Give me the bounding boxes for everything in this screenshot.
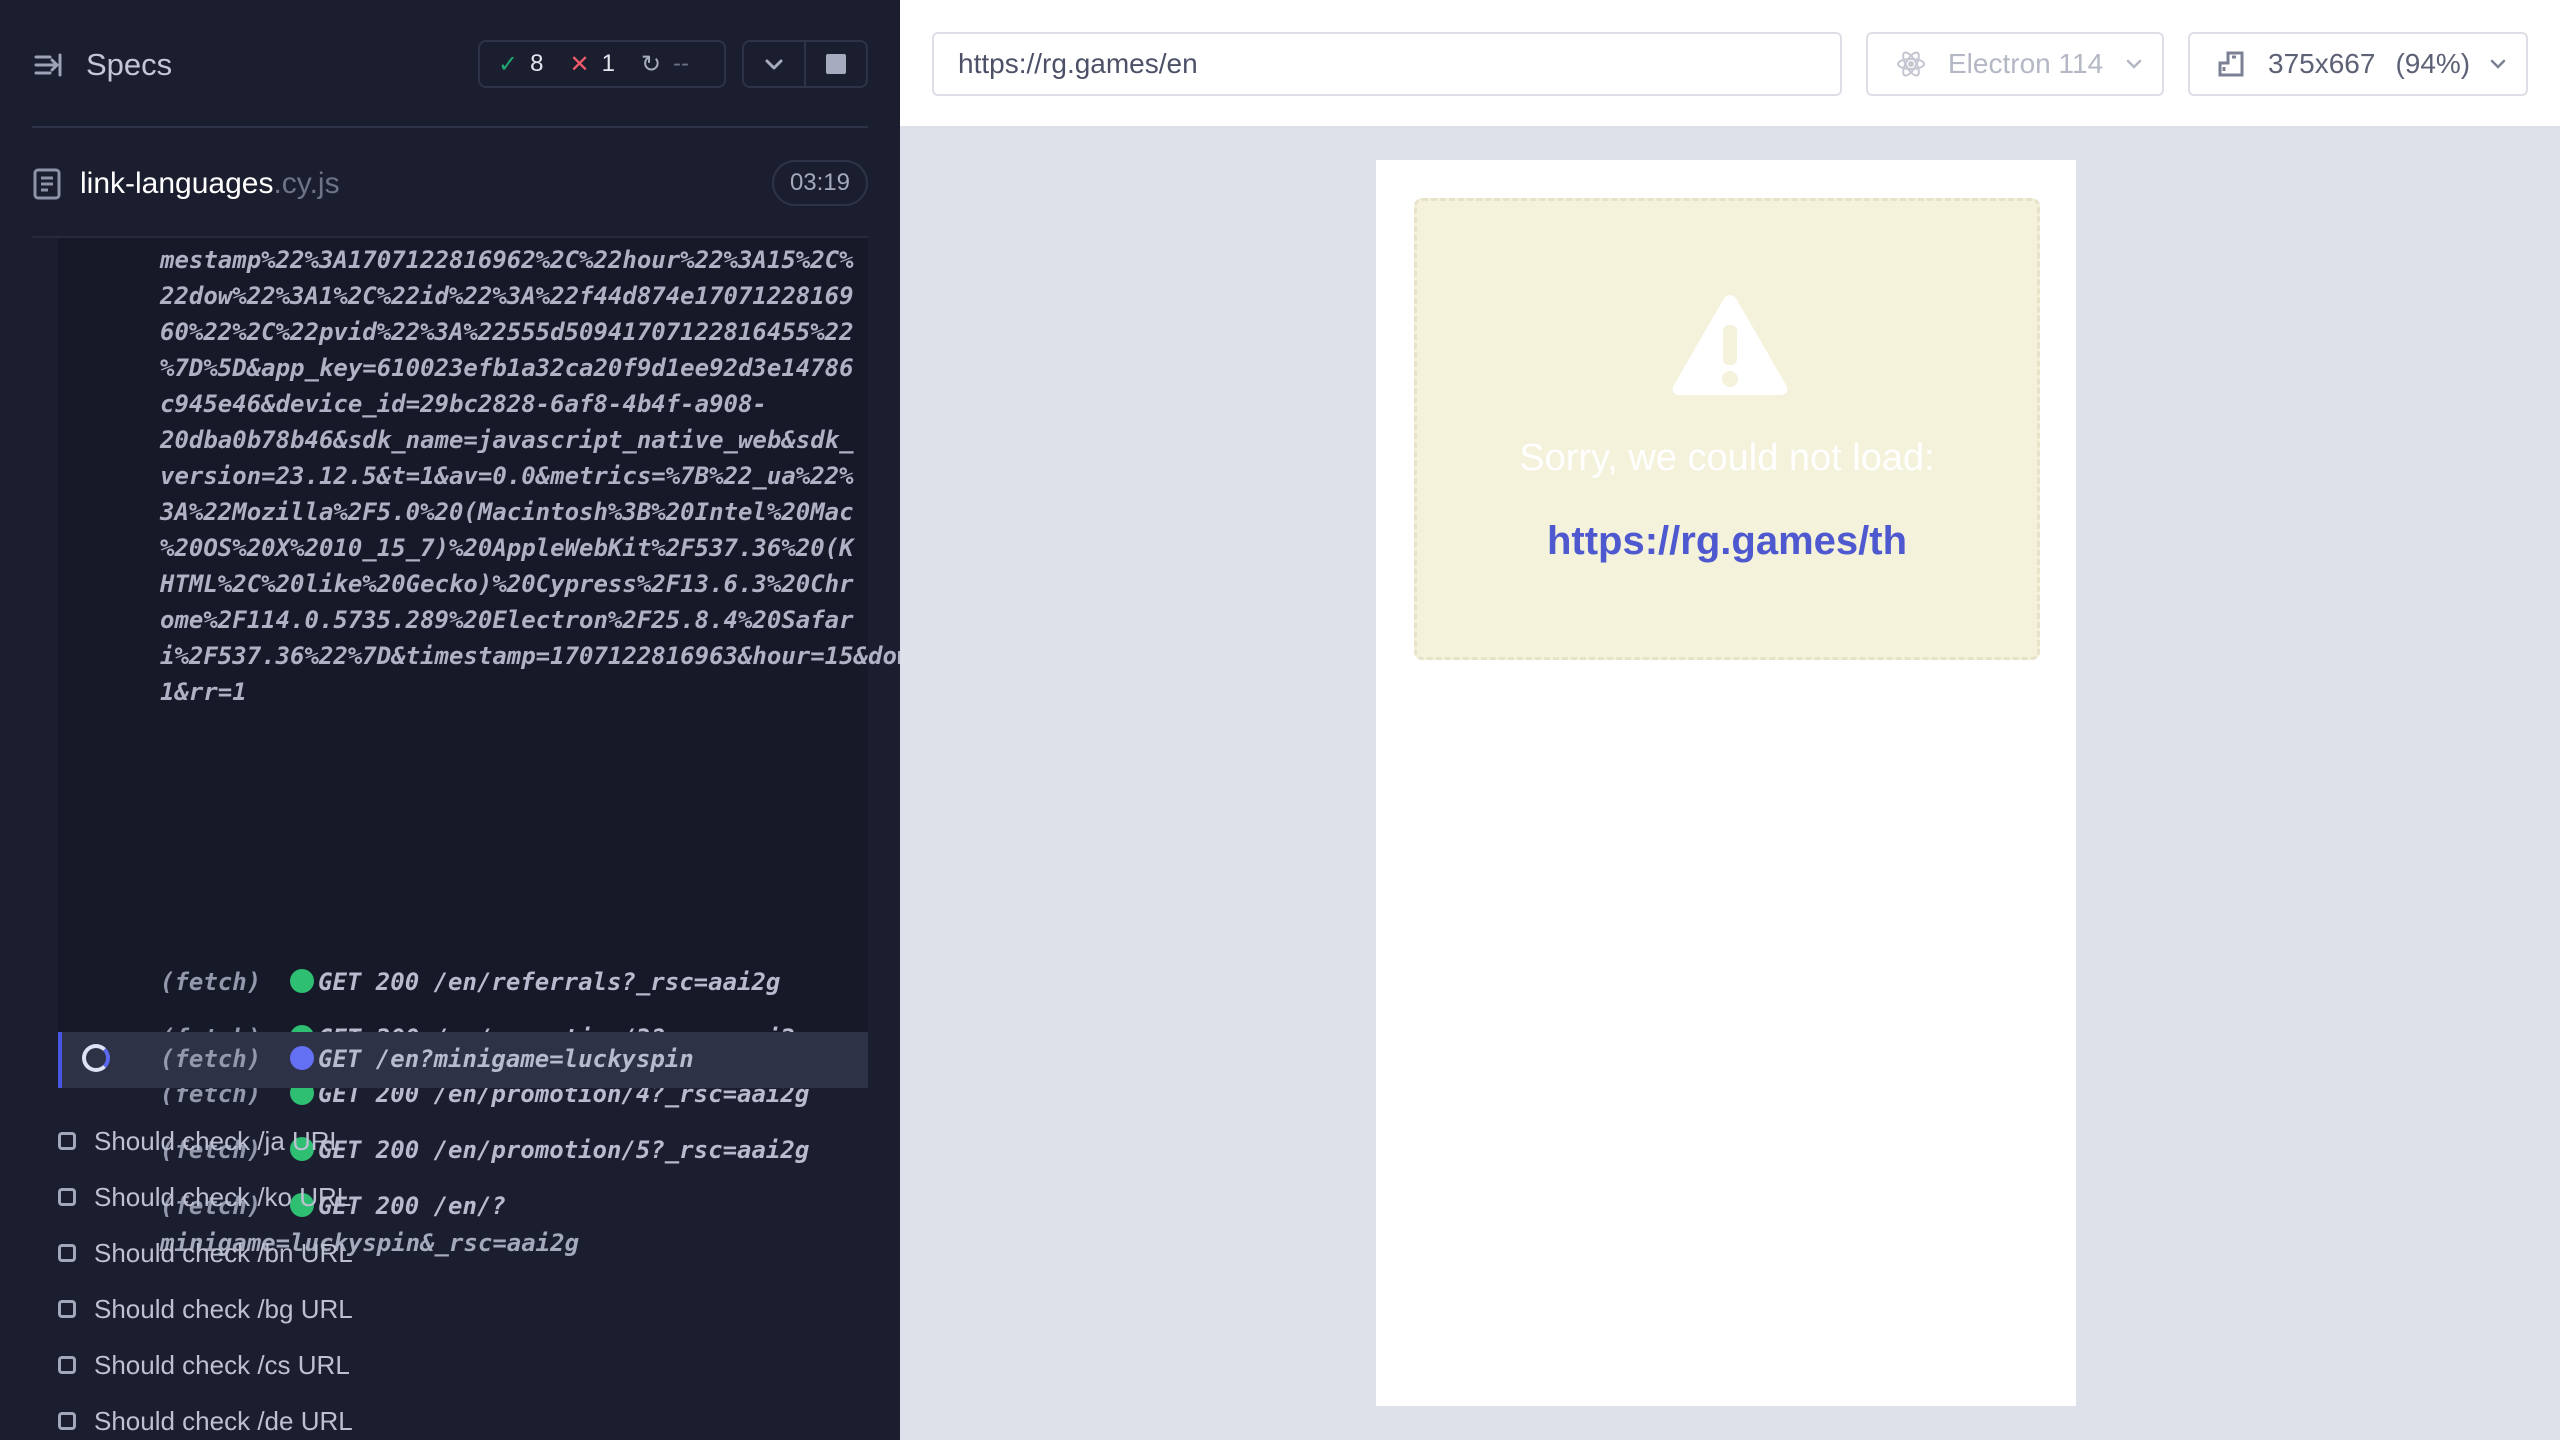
browser-label: Electron 114 [1948,48,2104,79]
test-item[interactable]: Should check /bg URL [58,1289,353,1329]
spec-file-name: link-languages [80,167,274,200]
aut-frame[interactable]: Sorry, we could not load: https://rg.gam… [1376,160,2076,1406]
test-item[interactable]: Should check /ja URL [58,1121,344,1161]
url-line: mestamp%22%3A1707122816962%2C%22hour%22%… [160,246,854,274]
x-icon: ✕ [569,50,590,78]
failed-count: 1 [601,50,615,77]
command-request: GET 200 /en/promotion/5?_rsc=aai2g [318,1136,810,1164]
test-status-icon [58,1412,76,1430]
status-dot-icon [290,1046,314,1070]
test-title: Should check /ja URL [94,1125,345,1156]
url-line: 60%22%2C%22pvid%22%3A%22555d509417071228… [160,318,854,346]
test-title: Should check /cs URL [94,1349,350,1380]
url-line: version=23.12.5&t=1&av=0.0&metrics=%7B%2… [160,462,854,490]
test-stats: ✓ 8 ✕ 1 ↻ -- [478,40,726,88]
run-controls [742,40,868,88]
error-message: Sorry, we could not load: [1519,437,1935,479]
command-row[interactable]: (fetch) GET /en?minigame=luckyspin [160,1041,860,1078]
pending-stat: ↻ -- [641,50,689,79]
test-title: Should check /bg URL [94,1293,353,1324]
error-url-link[interactable]: https://rg.games/th [1417,519,2037,564]
spec-file-header[interactable]: link-languages .cy.js 03:19 [32,158,868,210]
spec-file-ext: .cy.js [273,167,340,200]
test-item[interactable]: Should check /de URL [58,1401,353,1440]
url-line: HTML%2C%20like%20Gecko)%20Cypress%2F13.6… [160,570,854,598]
url-line: 20dba0b78b46&sdk_name=javascript_native_… [160,426,854,454]
aut-toolbar: https://rg.games/en Electron 114 375x667… [900,0,2560,128]
test-status-icon [58,1300,76,1318]
test-title: Should check /bn URL [94,1237,353,1268]
url-line: 1&rr=1 [160,678,247,706]
viewport-select[interactable]: 375x667 (94%) [2188,32,2528,96]
test-item[interactable]: Should check /ko URL [58,1177,351,1217]
url-line: c945e46&device_id=29bc2828-6af8-4b4f-a90… [160,390,767,418]
load-error-card: Sorry, we could not load: https://rg.gam… [1414,198,2040,660]
command-kind: (fetch) [160,968,262,996]
url-fragment: mestamp%22%3A1707122816962%2C%22hour%22%… [160,242,900,710]
ruler-icon [2218,51,2244,77]
url-line: %7D%5D&app_key=610023efb1a32ca20f9d1ee92… [160,354,854,382]
passed-stat: ✓ 8 [498,50,543,79]
command-log[interactable]: mestamp%22%3A1707122816962%2C%22hour%22%… [58,238,900,1257]
header-divider [32,126,868,128]
test-status-icon [58,1356,76,1374]
test-status-icon [58,1132,76,1150]
check-icon: ✓ [498,50,519,78]
electron-icon [1897,51,1925,77]
specs-title: Specs [86,47,173,82]
url-line: 3A%22Mozilla%2F5.0%20(Macintosh%3B%20Int… [160,498,854,526]
viewport-size: 375x667 [2268,48,2376,79]
chevron-down-icon [2490,59,2506,69]
url-line: ome%2F114.0.5735.289%20Electron%2F25.8.4… [160,606,854,634]
url-line: i%2F537.36%22%7D&timestamp=1707122816963… [160,642,900,670]
test-title: Should check /de URL [94,1405,353,1436]
test-status-icon [58,1244,76,1262]
command-request: GET /en?minigame=luckyspin [318,1045,694,1073]
failed-stat: ✕ 1 [569,50,614,79]
command-kind: (fetch) [160,1045,262,1073]
url-line: 22dow%22%3A1%2C%22id%22%3A%22f44d874e170… [160,282,854,310]
browser-select[interactable]: Electron 114 [1866,32,2164,96]
chevron-down-icon [2126,59,2142,69]
status-dot-icon [290,969,314,993]
specs-header[interactable]: Specs [32,32,172,98]
chevron-down-icon [765,59,783,70]
test-title: Should check /ko URL [94,1181,352,1212]
command-row[interactable]: (fetch) GET 200 /en/referrals?_rsc=aai2g [160,964,860,1001]
url-field[interactable]: https://rg.games/en [932,32,1842,96]
pending-count: -- [673,50,690,77]
document-icon [33,168,61,200]
test-item[interactable]: Should check /bn URL [58,1233,353,1273]
list-arrow-icon[interactable] [32,49,64,81]
url-text: https://rg.games/en [958,48,1198,79]
url-line: %20OS%20X%2010_15_7)%20AppleWebKit%2F537… [160,534,854,562]
reporter-panel: Specs ✓ 8 ✕ 1 ↻ -- link-languages .cy.js… [0,0,900,1440]
viewport-scale: (94%) [2395,48,2471,79]
command-request: GET 200 /en/referrals?_rsc=aai2g [318,968,781,996]
test-status-icon [58,1188,76,1206]
passed-count: 8 [530,50,544,77]
test-item[interactable]: Should check /cs URL [58,1345,350,1385]
stop-icon [826,54,846,74]
stop-button[interactable] [804,42,866,86]
spinner-icon [82,1044,110,1072]
pending-icon: ↻ [640,50,662,78]
warning-triangle-icon [1672,295,1788,395]
expand-button[interactable] [744,42,804,86]
spec-duration: 03:19 [771,160,868,206]
